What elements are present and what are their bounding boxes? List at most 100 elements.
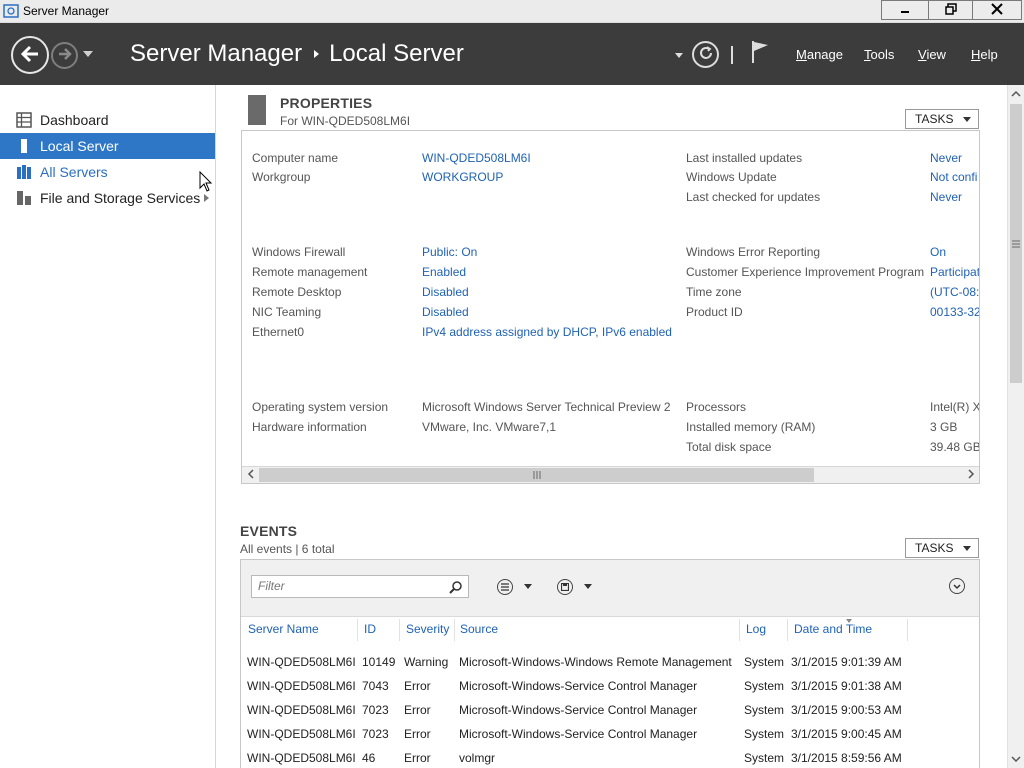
- cell-source: Microsoft-Windows-Service Control Manage…: [459, 727, 698, 741]
- cell-source: volmgr: [459, 751, 496, 765]
- refresh-button[interactable]: [692, 41, 719, 68]
- prop-value-firewall[interactable]: Public: On: [422, 245, 477, 259]
- restore-button[interactable]: [928, 0, 972, 20]
- table-row[interactable]: WIN-QDED508LM6I 7023 Error Microsoft-Win…: [241, 722, 979, 746]
- prop-value-workgroup[interactable]: WORKGROUP: [422, 170, 503, 184]
- prop-value-nic-teaming[interactable]: Disabled: [422, 305, 469, 319]
- minimize-icon: [900, 3, 910, 17]
- sidebar-item-file-storage[interactable]: File and Storage Services: [0, 185, 215, 211]
- properties-horizontal-scrollbar[interactable]: [242, 466, 979, 483]
- scroll-left-button[interactable]: [242, 467, 259, 483]
- menu-help[interactable]: Help: [971, 47, 998, 62]
- cell-server: WIN-QDED508LM6I: [247, 703, 356, 717]
- table-row[interactable]: WIN-QDED508LM6I 10149 Warning Microsoft-…: [241, 650, 979, 674]
- col-source[interactable]: Source: [460, 622, 498, 636]
- prop-value-windows-update[interactable]: Not confi: [930, 170, 977, 184]
- prop-value-time-zone[interactable]: (UTC-08:0: [930, 285, 979, 299]
- breadcrumb-root[interactable]: Server Manager: [130, 40, 302, 68]
- cell-severity: Warning: [404, 655, 449, 669]
- col-severity[interactable]: Severity: [406, 622, 449, 636]
- cell-severity: Error: [404, 679, 431, 693]
- table-row[interactable]: WIN-QDED508LM6I 7023 Error Microsoft-Win…: [241, 698, 979, 722]
- prop-label: Computer name: [252, 151, 339, 165]
- col-server-name[interactable]: Server Name: [248, 622, 319, 636]
- cell-source: Microsoft-Windows-Windows Remote Managem…: [459, 655, 732, 669]
- scroll-down-button[interactable]: [1008, 751, 1024, 767]
- prop-value-product-id[interactable]: 00133-32: [930, 305, 979, 319]
- col-log[interactable]: Log: [746, 622, 766, 636]
- col-date-time[interactable]: Date and Time: [794, 622, 872, 636]
- minimize-button[interactable]: [881, 0, 928, 20]
- prop-label: Remote management: [252, 265, 368, 279]
- prop-value-last-checked[interactable]: Never: [930, 190, 962, 204]
- prop-value-memory: 3 GB: [930, 420, 958, 434]
- table-row[interactable]: WIN-QDED508LM6I 46 Error volmgr System 3…: [241, 746, 979, 768]
- chevron-up-icon: [1011, 87, 1021, 101]
- prop-value-os-version: Microsoft Windows Server Technical Previ…: [422, 400, 671, 414]
- cell-id: 7023: [362, 703, 389, 717]
- dashboard-icon: [16, 112, 32, 128]
- properties-title: PROPERTIES: [280, 95, 373, 111]
- save-query-button[interactable]: [557, 579, 573, 595]
- events-tasks-button[interactable]: TASKS: [905, 538, 979, 558]
- cell-log: System: [744, 751, 785, 765]
- expand-arrow-icon[interactable]: [204, 194, 209, 202]
- prop-value-remote-desktop[interactable]: Disabled: [422, 285, 469, 299]
- properties-server-icon: [248, 95, 266, 125]
- prop-value-ethernet[interactable]: IPv4 address assigned by DHCP, IPv6 enab…: [422, 325, 672, 339]
- server-icon: [16, 138, 32, 154]
- prop-value-last-installed[interactable]: Never: [930, 151, 962, 165]
- cell-severity: Error: [404, 727, 431, 741]
- prop-value-computer-name[interactable]: WIN-QDED508LM6I: [422, 151, 531, 165]
- menu-view[interactable]: View: [918, 47, 946, 62]
- col-id[interactable]: ID: [364, 622, 376, 636]
- menu-manage[interactable]: Manage: [796, 47, 843, 62]
- sidebar-item-label: File and Storage Services: [40, 190, 201, 206]
- chevron-left-icon: [247, 468, 255, 482]
- header-divider: [731, 46, 733, 64]
- cell-severity: Error: [404, 751, 431, 765]
- search-icon[interactable]: [449, 580, 463, 601]
- scroll-thumb[interactable]: [1010, 104, 1022, 383]
- scroll-up-button[interactable]: [1008, 86, 1024, 102]
- properties-tasks-button[interactable]: TASKS: [905, 109, 979, 129]
- query-options-dropdown[interactable]: [524, 584, 532, 589]
- sort-descending-icon: [846, 619, 852, 623]
- prop-value-error-reporting[interactable]: On: [930, 245, 946, 259]
- scroll-right-button[interactable]: [962, 467, 979, 483]
- cell-server: WIN-QDED508LM6I: [247, 727, 356, 741]
- caret-down-icon: [963, 117, 971, 122]
- col-divider: [454, 619, 455, 641]
- sidebar-item-dashboard[interactable]: Dashboard: [0, 107, 215, 133]
- menu-tools[interactable]: Tools: [864, 47, 894, 62]
- back-button[interactable]: [11, 36, 49, 74]
- prop-value-disk-space: 39.48 GB: [930, 440, 980, 454]
- cell-id: 10149: [362, 655, 396, 669]
- main-content: PROPERTIES For WIN-QDED508LM6I TASKS Com…: [217, 85, 1007, 768]
- events-filter-bar: Filter: [241, 560, 979, 617]
- notifications-flag-icon[interactable]: [750, 40, 770, 64]
- filter-input[interactable]: Filter: [251, 575, 469, 598]
- sidebar-item-all-servers[interactable]: All Servers: [0, 159, 215, 185]
- expand-filter-button[interactable]: [949, 578, 965, 594]
- prop-label: Last installed updates: [686, 151, 803, 165]
- history-dropdown[interactable]: [83, 51, 93, 57]
- page-vertical-scrollbar[interactable]: [1007, 85, 1024, 768]
- breadcrumb-current: Local Server: [329, 40, 464, 67]
- prop-label: Windows Error Reporting: [686, 245, 821, 259]
- close-button[interactable]: [972, 0, 1022, 20]
- forward-button[interactable]: [51, 42, 78, 69]
- breadcrumb: Server Manager Local Server: [130, 40, 464, 68]
- header-dropdown[interactable]: [675, 53, 683, 58]
- save-query-dropdown[interactable]: [584, 584, 592, 589]
- query-options-button[interactable]: [497, 579, 513, 595]
- prop-value-ceip[interactable]: Participat: [930, 265, 979, 279]
- restore-icon: [944, 2, 957, 18]
- prop-value-remote-management[interactable]: Enabled: [422, 265, 466, 279]
- table-row[interactable]: WIN-QDED508LM6I 7043 Error Microsoft-Win…: [241, 674, 979, 698]
- prop-label: Ethernet0: [252, 325, 305, 339]
- sidebar-item-local-server[interactable]: Local Server: [0, 133, 215, 159]
- breadcrumb-separator-icon: [314, 50, 320, 58]
- scroll-thumb[interactable]: [259, 468, 814, 482]
- prop-label: Product ID: [686, 305, 743, 319]
